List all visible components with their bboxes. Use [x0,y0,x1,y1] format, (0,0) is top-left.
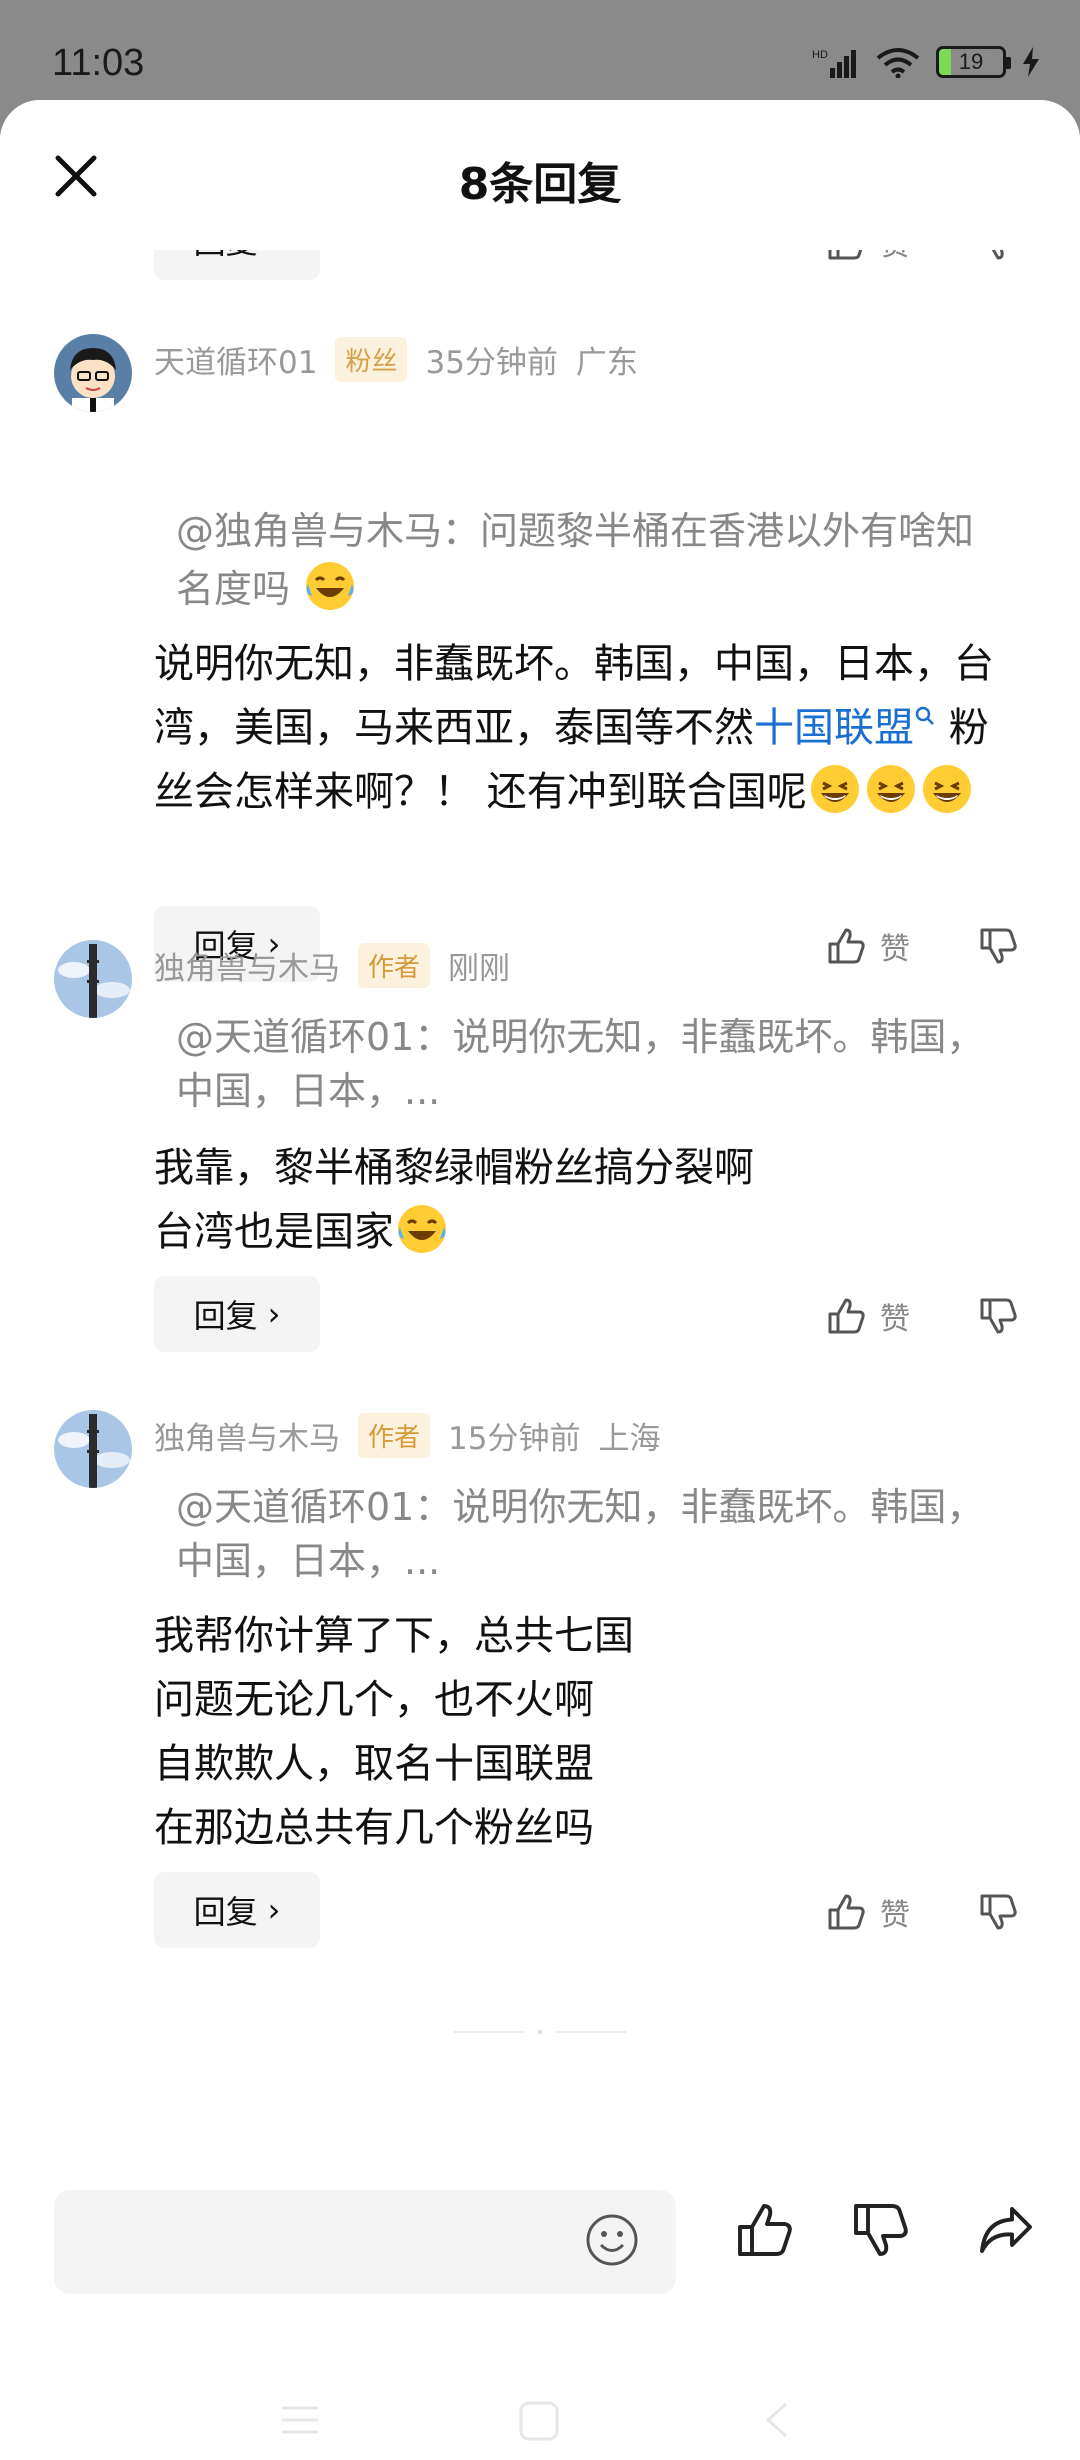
grin-emoji-icon [866,765,915,813]
quote-text: @天道循环01：说明你无知，非蠢既坏。韩国，中国，日本，... [176,1015,985,1113]
comment-time: 15分钟前 [448,1420,581,1457]
laugh-cry-emoji-icon [306,562,355,610]
content-text: 台湾也是国家 [154,1209,394,1255]
search-icon[interactable] [914,705,936,727]
status-time: 11:03 [52,42,145,84]
thumb-down-icon[interactable] [978,1892,1018,1932]
svg-text:HD: HD [812,49,828,61]
search-link[interactable]: 十国联盟 [754,705,914,751]
chevron-right-icon: › [267,1891,281,1929]
author-badge: 作者 [358,1412,431,1458]
thumb-up-icon [828,928,865,964]
author-badge: 作者 [358,942,431,988]
comment-content: 我帮你计算了下，总共七国 问题无论几个，也不火啊 自欺欺人，取名十国联盟 在那边… [154,1604,1014,1860]
thumb-up-icon [828,1894,865,1930]
emoji-picker-icon[interactable] [584,2212,640,2268]
avatar[interactable] [54,1410,132,1488]
comment-meta: 天道循环01 粉丝 35分钟前 广东 [154,336,638,382]
status-icons: HD 19 [812,46,1040,78]
username[interactable]: 天道循环01 [154,337,317,382]
thumb-up-icon [828,1298,865,1334]
content-line: 问题无论几个，也不火啊 [154,1677,594,1723]
quoted-comment[interactable]: @天道循环01：说明你无知，非蠢既坏。韩国，中国，日本，... [176,1010,1006,1118]
comment-location: 上海 [598,1420,661,1457]
fan-badge: 粉丝 [335,336,408,382]
like-label: 赞 [880,932,910,967]
avatar-tower-icon [54,1410,132,1488]
charging-icon [1023,47,1039,77]
content-line: 在那边总共有几个粉丝吗 [154,1805,594,1851]
content-line: 我靠，黎半桶黎绿帽粉丝搞分裂啊 [154,1145,754,1191]
quoted-comment[interactable]: @天道循环01：说明你无知，非蠢既坏。韩国，中国，日本，... [176,1480,1006,1588]
comment-time: 35分钟前 [425,344,558,381]
avatar[interactable] [54,334,132,412]
menu-icon[interactable] [280,2400,320,2440]
battery-indicator: 19 [936,46,1011,78]
battery-level: 19 [958,49,984,74]
grin-emoji-icon [922,765,971,813]
content-line: 台湾也是国家 [154,1200,1014,1264]
reply-label: 回复 [193,1297,258,1335]
like-label: 赞 [880,1302,910,1337]
avatar[interactable] [54,940,132,1018]
comment-meta: 独角兽与木马 作者 刚刚 [154,942,510,988]
status-bar: 11:03 HD 19 [0,0,1080,100]
like-label: 赞 [880,1898,910,1933]
comment-meta: 独角兽与木马 作者 15分钟前 上海 [154,1412,660,1458]
quote-text: @天道循环01：说明你无知，非蠢既坏。韩国，中国，日本，... [176,1485,985,1583]
system-nav-bar [0,2370,1080,2460]
back-icon[interactable] [758,2400,798,2440]
thumb-down-icon[interactable] [850,2200,910,2260]
reply-button[interactable]: 回复 › [154,1276,320,1352]
comment-location: 广东 [575,344,638,381]
content-line: 自欺欺人，取名十国联盟 [154,1741,594,1787]
wifi-icon [876,48,920,78]
comment-content: 说明你无知，非蠢既坏。韩国，中国，日本，台湾，美国，马来西亚，泰国等不然十国联盟… [154,632,1014,824]
grin-emoji-icon [810,765,859,813]
thumb-down-icon[interactable] [978,1296,1018,1336]
quoted-comment[interactable]: @独角兽与木马：问题黎半桶在香港以外有啥知名度吗 [176,504,1006,616]
thumb-up-icon[interactable] [734,2200,794,2260]
replies-sheet: 回复 › 赞 8条回复 天道循环01 粉丝 [0,100,1080,2460]
home-icon[interactable] [518,2400,560,2442]
reply-label: 回复 [193,1893,258,1931]
page-title: 8条回复 [458,159,622,210]
share-icon[interactable] [976,2200,1036,2260]
sheet-header: 8条回复 [0,100,1080,250]
comment-content: 我靠，黎半桶黎绿帽粉丝搞分裂啊 台湾也是国家 [154,1136,1014,1264]
username[interactable]: 独角兽与木马 [154,1413,340,1458]
avatar-cartoon-icon [54,334,132,412]
bottom-input-bar [0,2190,1080,2330]
signal-icon: HD [812,49,856,78]
avatar-tower-icon [54,940,132,1018]
comment-time: 刚刚 [448,950,511,987]
laugh-cry-emoji-icon [398,1205,446,1253]
username[interactable]: 独角兽与木马 [154,943,340,988]
chevron-right-icon: › [267,1295,281,1333]
like-button[interactable]: 赞 [826,1890,910,1934]
reply-input[interactable] [54,2190,676,2294]
reply-button[interactable]: 回复 › [154,1872,320,1948]
like-button[interactable]: 赞 [826,924,910,968]
thumb-down-icon[interactable] [978,926,1018,966]
content-line: 我帮你计算了下，总共七国 [154,1613,634,1659]
end-of-list-divider [454,2030,626,2034]
quote-text: @独角兽与木马：问题黎半桶在香港以外有啥知名度吗 [176,509,975,611]
like-button[interactable]: 赞 [826,1294,910,1338]
